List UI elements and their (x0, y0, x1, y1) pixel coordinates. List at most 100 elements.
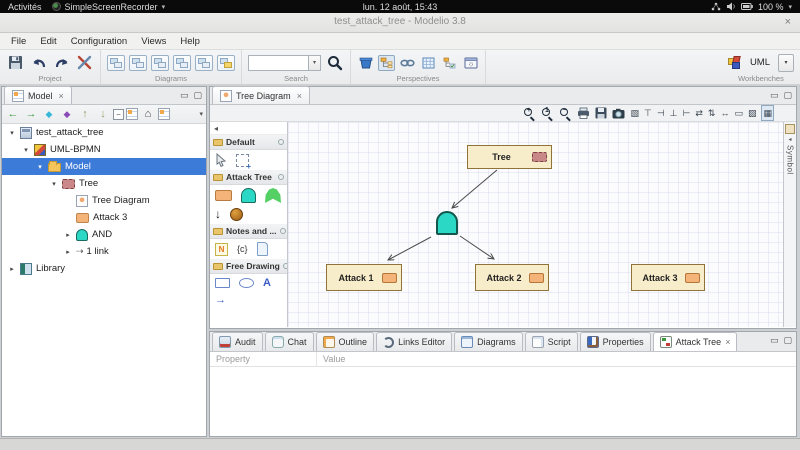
close-icon[interactable]: × (297, 91, 302, 101)
tab-audit[interactable]: Audit (212, 332, 263, 351)
symbol-view-icon[interactable] (785, 124, 795, 134)
minimize-view-button[interactable]: ▭ (180, 90, 189, 100)
tree-item-and[interactable]: ▸ AND (2, 226, 206, 243)
tab-outline[interactable]: Outline (316, 332, 375, 351)
align-top-button[interactable]: ⊤ (644, 106, 652, 120)
link-tool[interactable]: ↓ (215, 208, 221, 221)
align-right-button[interactable]: ⊢ (683, 106, 691, 120)
menu-configuration[interactable]: Configuration (64, 34, 135, 49)
same-size-button[interactable]: ▭ (734, 106, 743, 120)
marquee-tool[interactable] (236, 154, 249, 167)
drawer-pin-icon[interactable] (280, 228, 286, 234)
tree-item-1-link[interactable]: ▸ ⇢ 1 link (2, 243, 206, 260)
tree-item-model[interactable]: ▾ Model (2, 158, 206, 175)
tab-diagrams[interactable]: Diagrams (454, 332, 523, 351)
column-value[interactable]: Value (317, 352, 345, 366)
tree-item-project[interactable]: ▾ test_attack_tree (2, 124, 206, 141)
document-tool[interactable] (257, 242, 268, 256)
tree-item-uml-bpmn[interactable]: ▾ UML-BPMN (2, 141, 206, 158)
distribute-vertical-button[interactable]: ⇅ (708, 106, 716, 120)
tab-properties[interactable]: Properties (580, 332, 651, 351)
drawer-pin-icon[interactable] (278, 139, 284, 145)
perspective-container-icon[interactable] (357, 55, 374, 71)
tree-item-attack-3[interactable]: Attack 3 (2, 209, 206, 226)
expander-icon[interactable]: ▾ (22, 146, 30, 154)
move-down-button[interactable]: ↓ (95, 106, 111, 122)
system-tray[interactable]: 100 % ▾ (711, 2, 800, 12)
symbol-view-label[interactable]: Symbol (786, 145, 795, 175)
expander-icon[interactable]: ▾ (50, 180, 58, 188)
save-button[interactable] (6, 53, 25, 72)
and-gate-tool[interactable] (241, 188, 256, 203)
nav-back-button[interactable]: ← (5, 106, 21, 122)
menu-views[interactable]: Views (134, 34, 173, 49)
symbol-view-strip[interactable]: ◂ Symbol (783, 122, 796, 327)
menu-file[interactable]: File (4, 34, 33, 49)
app-menu[interactable]: SimpleScreenRecorder ▾ (52, 2, 166, 12)
redo-button[interactable] (52, 53, 71, 72)
menu-edit[interactable]: Edit (33, 34, 63, 49)
attack-node-tool[interactable] (215, 190, 232, 201)
align-bottom-button[interactable]: ⊥ (670, 106, 678, 120)
text-tool[interactable]: A (263, 277, 271, 289)
refresh-tree-button[interactable] (158, 108, 170, 120)
nav-forward-button[interactable]: → (23, 106, 39, 122)
palette-group-free-drawing[interactable]: Free Drawing (210, 259, 287, 274)
distribute-horizontal-button[interactable]: ⇄ (695, 106, 703, 120)
countermeasure-tool[interactable] (230, 208, 243, 221)
palette-group-attack-tree[interactable]: Attack Tree (210, 170, 287, 185)
snapshot-button[interactable] (612, 108, 625, 119)
related-forward-button[interactable]: ◆ (59, 106, 75, 122)
window-close-button[interactable]: × (785, 16, 791, 28)
close-icon[interactable]: × (59, 91, 64, 101)
expander-icon[interactable]: ▸ (8, 265, 16, 273)
maximize-view-button[interactable]: ▢ (193, 90, 202, 100)
search-button[interactable] (325, 53, 344, 72)
node-attack-3[interactable]: Attack 3 (631, 264, 705, 291)
maximize-view-button[interactable]: ▢ (783, 335, 792, 345)
print-button[interactable] (577, 107, 590, 119)
link-with-editor-button[interactable] (126, 108, 138, 120)
zoom-out-button[interactable]: − (559, 107, 572, 120)
tab-script[interactable]: Script (525, 332, 578, 351)
search-dropdown-button[interactable]: ▾ (308, 55, 321, 71)
diagram-create-icon-3[interactable] (151, 55, 169, 71)
drawer-pin-icon[interactable] (283, 263, 287, 269)
collapse-all-button[interactable]: − (113, 109, 124, 120)
node-attack-1[interactable]: Attack 1 (326, 264, 402, 291)
perspective-window-icon[interactable] (462, 55, 479, 71)
home-button[interactable]: ⌂ (140, 106, 156, 122)
drawer-pin-icon[interactable] (278, 174, 284, 180)
tab-model[interactable]: Model × (4, 86, 72, 104)
diagram-create-icon-6[interactable] (217, 55, 235, 71)
diagram-canvas[interactable]: Tree Attack 1 Attack 2 Attack 3 (288, 122, 783, 327)
same-width-button[interactable]: ↔ (720, 106, 729, 120)
palette-collapse-button[interactable]: ◂ (214, 124, 218, 133)
tab-attack-tree[interactable]: Attack Tree × (653, 332, 738, 351)
zoom-in-button[interactable]: + (523, 107, 536, 120)
expander-icon[interactable]: ▾ (36, 163, 44, 171)
rectangle-tool[interactable] (215, 278, 230, 288)
align-left-button[interactable]: ⊣ (657, 106, 665, 120)
related-back-button[interactable]: ◆ (41, 106, 57, 122)
minimize-view-button[interactable]: ▭ (770, 90, 779, 100)
tab-links-editor[interactable]: Links Editor (376, 332, 452, 351)
perspective-audit-icon[interactable] (441, 55, 458, 71)
line-tool[interactable]: → (215, 294, 226, 306)
constraint-tool[interactable]: {c} (237, 244, 248, 254)
palette-group-notes[interactable]: Notes and ... (210, 224, 287, 239)
diagram-create-icon-4[interactable] (173, 55, 191, 71)
expander-icon[interactable]: ▸ (64, 248, 72, 256)
save-diagram-button[interactable] (595, 107, 607, 119)
configure-tools-button[interactable] (75, 53, 94, 72)
node-tree[interactable]: Tree (467, 145, 552, 169)
select-region-icon[interactable]: ▧ (630, 106, 639, 120)
expander-icon[interactable]: ▸ (64, 231, 72, 239)
tree-item-library[interactable]: ▸ Library (2, 260, 206, 277)
palette-group-default[interactable]: Default (210, 135, 287, 150)
node-and-gate[interactable] (436, 211, 458, 235)
tree-item-tree[interactable]: ▾ Tree (2, 175, 206, 192)
node-attack-2[interactable]: Attack 2 (475, 264, 549, 291)
column-property[interactable]: Property (210, 352, 317, 366)
perspective-grid-icon[interactable] (420, 55, 437, 71)
